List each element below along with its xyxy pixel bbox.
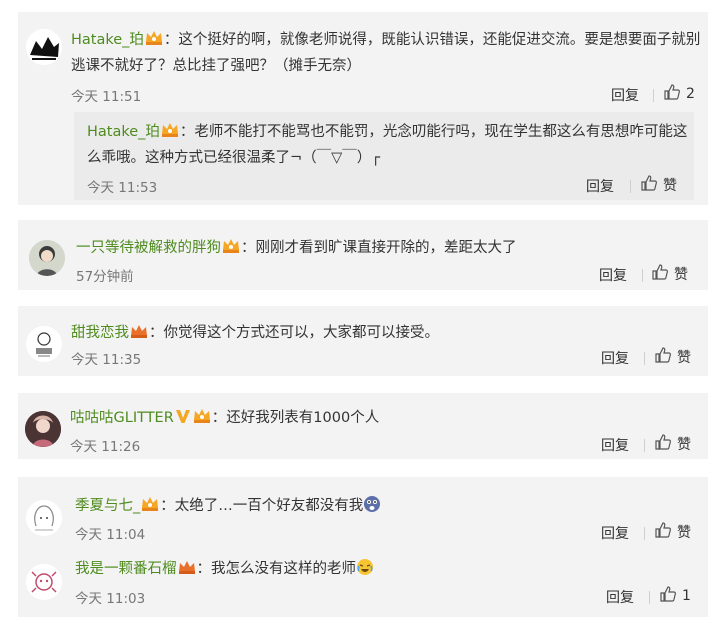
crown-badge-icon (130, 323, 148, 347)
crown-badge-icon (222, 238, 240, 262)
crown-badge-icon (141, 496, 159, 520)
divider (644, 439, 645, 452)
thumb-up-icon (654, 521, 672, 543)
reply-button[interactable]: 回复 (601, 435, 629, 455)
username[interactable]: 我是一颗番石榴 (75, 561, 177, 577)
username[interactable]: 甜我恋我 (71, 325, 129, 341)
divider (649, 591, 650, 604)
thumb-up-icon (640, 174, 658, 196)
crown-badge-icon (178, 559, 196, 583)
comment-text: Hatake_珀 ：这个挺好的啊，就像老师说得，既能认识错误，还能促进交流。要是想… (71, 28, 700, 54)
timestamp: 今天 11:51 (71, 89, 142, 105)
divider (644, 352, 645, 365)
like-count: 1 (682, 588, 691, 604)
timestamp: 今天 11:26 (70, 439, 141, 455)
avatar[interactable] (26, 564, 62, 600)
like-label: 赞 (677, 525, 691, 541)
v-badge-icon (175, 408, 191, 432)
timestamp: 今天 11:53 (87, 180, 158, 196)
crown-badge-icon (193, 408, 211, 432)
timestamp: 今天 11:03 (75, 591, 146, 607)
avatar[interactable] (29, 240, 65, 276)
like-label: 赞 (663, 178, 677, 194)
avatar[interactable] (26, 29, 62, 65)
divider (630, 180, 631, 193)
like-button[interactable]: 赞 (654, 346, 691, 368)
comment-text: 一只等待被解救的胖狗 ：刚刚才看到旷课直接开除的，差距太大了 (76, 236, 517, 262)
comment-text-cont: 么乖哦。这种方式已经很温柔了¬（￣▽￣）┌ (87, 150, 381, 166)
like-label: 赞 (677, 437, 691, 453)
thumb-up-icon (659, 585, 677, 607)
comment-text: 我是一颗番石榴 ：我怎么没有这样的老师 (75, 557, 374, 584)
like-label: 赞 (674, 267, 688, 283)
thumb-up-icon (651, 263, 669, 285)
reply-button[interactable]: 回复 (601, 523, 629, 543)
divider (642, 269, 643, 282)
like-count: 2 (686, 86, 695, 102)
thumb-up-icon (654, 433, 672, 455)
like-button[interactable]: 赞 (640, 174, 677, 196)
crying-laugh-emoji-icon (356, 558, 374, 584)
like-button[interactable]: 赞 (654, 433, 691, 455)
username[interactable]: 季夏与七_ (75, 498, 140, 514)
thumb-up-icon (654, 346, 672, 368)
comment-card: 甜我恋我 ：你觉得这个方式还可以，大家都可以接受。 今天 11:35 回复 赞 (18, 306, 708, 376)
username[interactable]: 一只等待被解救的胖狗 (76, 240, 221, 256)
reply-button[interactable]: 回复 (601, 348, 629, 368)
scared-emoji-icon (363, 495, 381, 521)
sub-reply-card: Hatake_珀 ：老师不能打不能骂也不能罚，光念叨能行吗，现在学生都这么有思想咋… (74, 112, 694, 200)
timestamp: 今天 11:35 (71, 352, 142, 368)
comment-text: 季夏与七_ ：太绝了…一百个好友都没有我 (75, 494, 381, 521)
comment-card: 季夏与七_ ：太绝了…一百个好友都没有我 今天 11:04 回复 赞 我是一颗番石… (18, 477, 708, 617)
crown-badge-icon (161, 122, 179, 146)
comment-text: 甜我恋我 ：你觉得这个方式还可以，大家都可以接受。 (71, 321, 439, 347)
reply-button[interactable]: 回复 (606, 587, 634, 607)
reply-button[interactable]: 回复 (611, 85, 639, 105)
username[interactable]: Hatake_珀 (71, 32, 144, 48)
like-label: 赞 (677, 350, 691, 366)
like-button[interactable]: 1 (659, 585, 691, 607)
comment-card: 咕咕咕GLITTER ：还好我列表有1000个人 今天 11:26 回复 赞 (18, 393, 708, 459)
comment-text: 咕咕咕GLITTER ：还好我列表有1000个人 (70, 406, 379, 432)
timestamp: 57分钟前 (76, 269, 134, 285)
crown-badge-icon (145, 30, 163, 54)
thumb-up-icon (663, 83, 681, 105)
timestamp: 今天 11:04 (75, 527, 146, 543)
comment-text-cont: 逃课不就好了？总比挂了强吧？（摊手无奈） (71, 58, 361, 74)
divider (644, 527, 645, 540)
avatar[interactable] (25, 411, 61, 447)
reply-button[interactable]: 回复 (586, 176, 614, 196)
like-button[interactable]: 赞 (654, 521, 691, 543)
comment-text: Hatake_珀 ：老师不能打不能骂也不能罚，光念叨能行吗，现在学生都这么有思想咋… (87, 120, 687, 146)
avatar[interactable] (26, 500, 62, 536)
like-button[interactable]: 赞 (651, 263, 688, 285)
reply-button[interactable]: 回复 (599, 265, 627, 285)
username[interactable]: Hatake_珀 (87, 124, 160, 140)
like-button[interactable]: 2 (663, 83, 695, 105)
avatar[interactable] (26, 326, 62, 362)
comment-card: 一只等待被解救的胖狗 ：刚刚才看到旷课直接开除的，差距太大了 57分钟前 回复 赞 (18, 220, 708, 290)
divider (653, 89, 654, 102)
username[interactable]: 咕咕咕GLITTER (70, 410, 174, 426)
